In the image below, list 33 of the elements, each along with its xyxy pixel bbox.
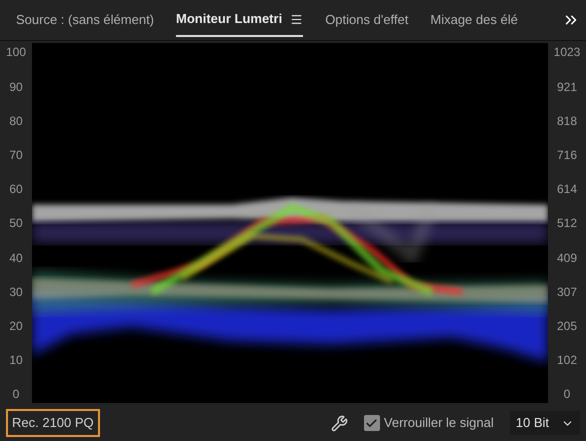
scale-label: 40	[9, 250, 23, 267]
scale-label: 10	[9, 352, 23, 370]
scale-label: 30	[9, 284, 23, 301]
wrench-icon[interactable]	[330, 414, 348, 432]
scale-label: 614	[556, 181, 578, 198]
scale-label: 60	[9, 181, 23, 198]
scale-label: 307	[556, 284, 578, 301]
scale-label: 102	[556, 352, 578, 370]
panel-tab[interactable]: Mixage des élé	[430, 3, 518, 38]
scale-label: 50	[9, 215, 23, 232]
scale-label: 70	[9, 147, 23, 164]
panel-tab[interactable]: Options d'effet	[325, 3, 408, 38]
bit-depth-dropdown[interactable]: 10 Bit	[510, 411, 580, 436]
menu-icon[interactable]	[290, 12, 304, 26]
scale-label: 1023	[554, 44, 580, 62]
lock-checkbox[interactable]	[364, 415, 380, 432]
scale-label: 0	[12, 386, 20, 404]
check-icon	[365, 416, 378, 430]
scale-label: 818	[556, 112, 578, 130]
panel-tab[interactable]: Moniteur Lumetri	[176, 3, 304, 38]
scale-label: 0	[564, 386, 570, 404]
color-space-label[interactable]: Rec. 2100 PQ	[6, 409, 100, 437]
scale-label: 409	[556, 250, 578, 267]
scale-label: 921	[556, 78, 578, 96]
scale-label: 716	[556, 147, 578, 164]
scale-label: 20	[9, 318, 23, 335]
scale-label: 90	[9, 78, 23, 96]
scale-label: 205	[556, 318, 578, 335]
panel-tab[interactable]: Source : (sans élément)	[16, 3, 154, 38]
scale-label: 80	[9, 112, 23, 130]
lock-signal-label: Verrouiller le signal	[384, 414, 494, 432]
scale-label: 100	[6, 44, 26, 62]
scale-label: 512	[556, 215, 578, 232]
